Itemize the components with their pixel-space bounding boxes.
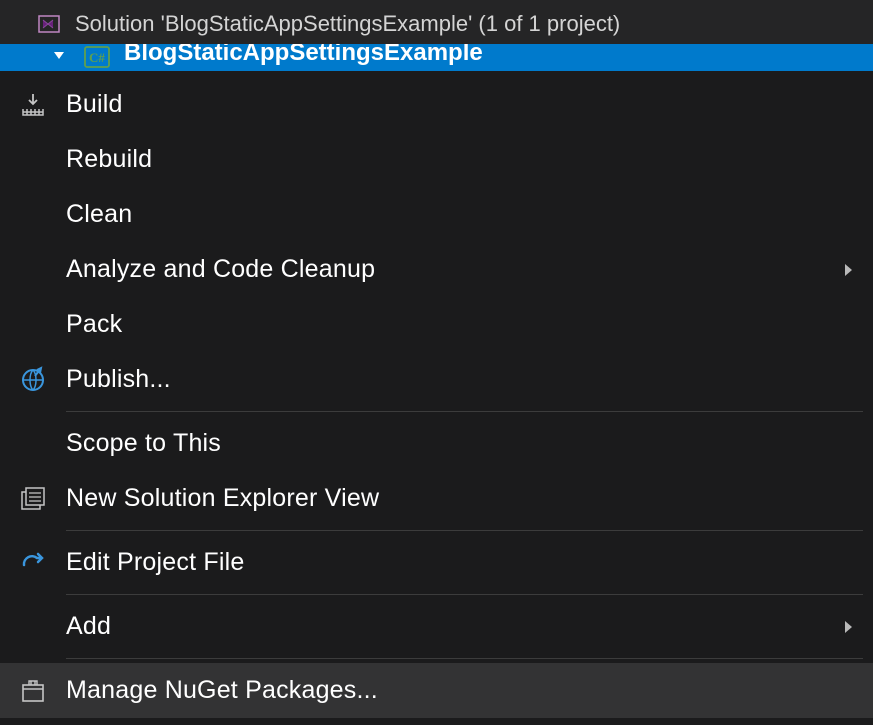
- menu-separator: [66, 411, 863, 412]
- csharp-project-icon: C#: [84, 46, 110, 72]
- menu-nuget[interactable]: Manage NuGet Packages...: [0, 663, 873, 718]
- nuget-package-icon: [0, 677, 66, 705]
- menu-edit-project[interactable]: Edit Project File: [0, 535, 873, 590]
- menu-rebuild-label: Rebuild: [66, 145, 823, 174]
- menu-clean-label: Clean: [66, 200, 823, 229]
- project-name: BlogStaticAppSettingsExample: [124, 44, 483, 67]
- menu-new-view[interactable]: New Solution Explorer View: [0, 471, 873, 526]
- project-row[interactable]: C# BlogStaticAppSettingsExample: [0, 44, 873, 72]
- menu-separator: [66, 594, 863, 595]
- menu-add[interactable]: Add: [0, 599, 873, 654]
- solution-label: Solution 'BlogStaticAppSettingsExample' …: [75, 11, 620, 37]
- menu-scope[interactable]: Scope to This: [0, 416, 873, 471]
- menu-publish-label: Publish...: [66, 365, 823, 394]
- chevron-down-icon: [52, 48, 66, 65]
- menu-separator: [66, 658, 863, 659]
- redo-icon: [0, 549, 66, 577]
- solution-explorer-panel: Solution 'BlogStaticAppSettingsExample' …: [0, 0, 873, 76]
- menu-analyze[interactable]: Analyze and Code Cleanup: [0, 242, 873, 297]
- menu-rebuild[interactable]: Rebuild: [0, 132, 873, 187]
- project-context-menu: Build Rebuild Clean Analyze and Code Cle…: [0, 71, 873, 718]
- menu-nuget-label: Manage NuGet Packages...: [66, 676, 823, 705]
- menu-scope-label: Scope to This: [66, 429, 823, 458]
- menu-new-view-label: New Solution Explorer View: [66, 484, 823, 513]
- menu-build-label: Build: [66, 90, 823, 119]
- chevron-right-icon: [823, 621, 873, 633]
- menu-pack[interactable]: Pack: [0, 297, 873, 352]
- chevron-right-icon: [823, 264, 873, 276]
- menu-add-label: Add: [66, 612, 823, 641]
- menu-build[interactable]: Build: [0, 77, 873, 132]
- visual-studio-solution-icon: [35, 12, 63, 36]
- menu-analyze-label: Analyze and Code Cleanup: [66, 255, 823, 284]
- menu-clean[interactable]: Clean: [0, 187, 873, 242]
- svg-text:C#: C#: [89, 50, 105, 65]
- publish-icon: [0, 366, 66, 394]
- solution-row[interactable]: Solution 'BlogStaticAppSettingsExample' …: [0, 4, 873, 44]
- menu-separator: [66, 530, 863, 531]
- menu-pack-label: Pack: [66, 310, 823, 339]
- menu-publish[interactable]: Publish...: [0, 352, 873, 407]
- menu-edit-project-label: Edit Project File: [66, 548, 823, 577]
- build-icon: [0, 91, 66, 119]
- new-view-icon: [0, 485, 66, 513]
